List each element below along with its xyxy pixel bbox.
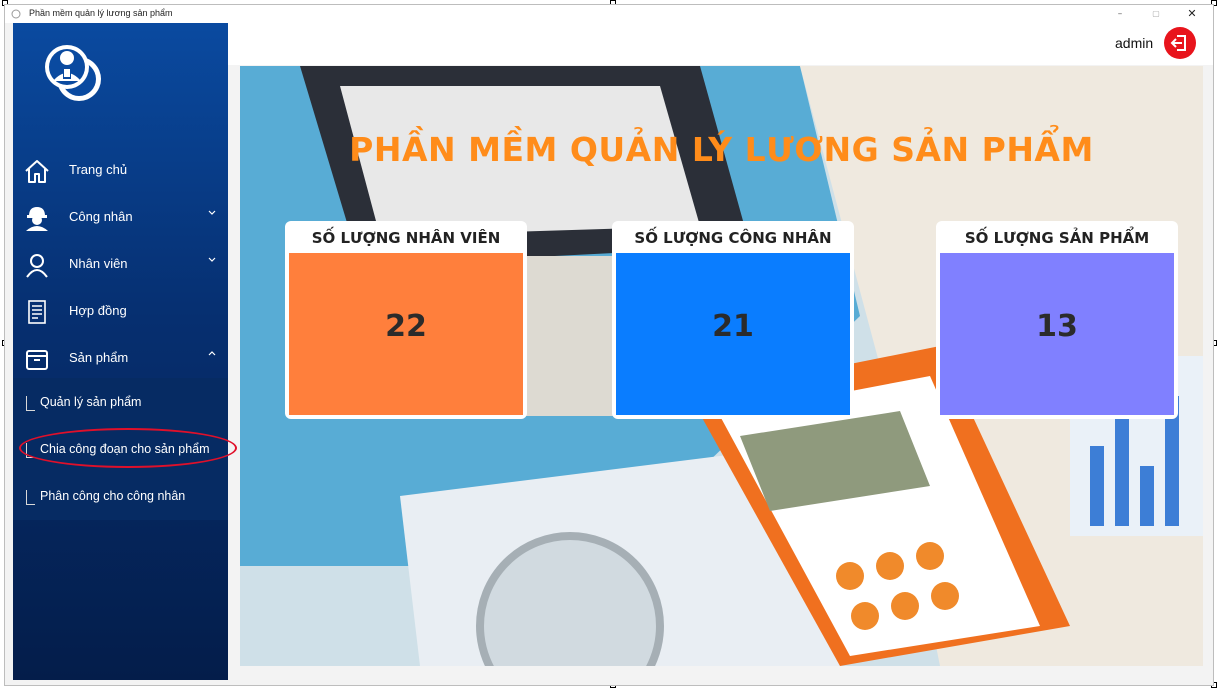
submenu-item-label: Phân công cho công nhân [40, 489, 186, 503]
app-icon [11, 9, 21, 19]
stat-card-san-pham[interactable]: SỐ LƯỢNG SẢN PHẨM 13 [936, 221, 1178, 419]
submenu-item-label: Quản lý sản phẩm [40, 395, 142, 409]
card-body: 22 [289, 253, 523, 415]
sidebar-item-label: Nhân viên [69, 256, 128, 271]
sidebar-item-label: Công nhân [69, 209, 133, 224]
sidebar-item-label: Hợp đồng [69, 303, 127, 318]
chevron-down-icon[interactable] [207, 208, 217, 218]
close-button[interactable]: ✕ [1177, 5, 1207, 23]
submenu-item-quan-ly-san-pham[interactable]: Quản lý sản phẩm [13, 384, 228, 424]
page-title: PHẦN MỀM QUẢN LÝ LƯƠNG SẢN PHẨM [349, 130, 1094, 169]
chevron-up-icon[interactable] [207, 349, 217, 359]
sidebar-item-label: Trang chủ [69, 162, 128, 177]
tree-line [26, 490, 35, 505]
sidebar-item-cong-nhan[interactable]: Công nhân [13, 196, 228, 240]
highlight-ellipse [19, 428, 237, 468]
stat-card-cong-nhan[interactable]: SỐ LƯỢNG CÔNG NHÂN 21 [612, 221, 854, 419]
document-icon [28, 300, 46, 324]
logout-icon [1170, 35, 1186, 51]
logout-button[interactable] [1164, 27, 1196, 59]
sidebar-item-trang-chu[interactable]: Trang chủ [13, 149, 228, 193]
title-bar: Phần mềm quản lý lương sản phẩm – ▢ ✕ [5, 5, 1213, 23]
card-body: 13 [940, 253, 1174, 415]
sidebar-item-hop-dong[interactable]: Hợp đồng [13, 290, 228, 334]
box-icon [26, 350, 48, 370]
app-logo [45, 45, 101, 101]
stat-card-nhan-vien[interactable]: SỐ LƯỢNG NHÂN VIÊN 22 [285, 221, 527, 419]
card-value: 21 [712, 309, 754, 344]
card-body: 21 [616, 253, 850, 415]
sidebar-item-nhan-vien[interactable]: Nhân viên [13, 243, 228, 287]
sidebar-item-label: Sản phẩm [69, 350, 129, 365]
home-icon [25, 160, 49, 183]
app-window: Phần mềm quản lý lương sản phẩm – ▢ ✕ Tr… [4, 4, 1214, 686]
card-title: SỐ LƯỢNG SẢN PHẨM [964, 229, 1150, 247]
card-title: SỐ LƯỢNG NHÂN VIÊN [311, 229, 501, 247]
card-title: SỐ LƯỢNG CÔNG NHÂN [634, 229, 832, 247]
minimize-button[interactable]: – [1105, 5, 1135, 23]
top-bar: admin [228, 23, 1213, 65]
worker-helmet-icon [26, 207, 48, 231]
submenu-item-phan-cong[interactable]: Phân công cho công nhân [13, 478, 228, 518]
user-icon [26, 254, 48, 278]
sidebar-item-san-pham[interactable]: Sản phẩm [13, 337, 228, 381]
tree-line [26, 396, 35, 411]
card-value: 22 [385, 309, 427, 344]
window-title: Phần mềm quản lý lương sản phẩm [29, 8, 173, 18]
dashboard-area: PHẦN MỀM QUẢN LÝ LƯƠNG SẢN PHẨM SỐ LƯỢNG… [240, 66, 1203, 666]
restore-button[interactable]: ▢ [1141, 5, 1171, 23]
username-label: admin [1115, 35, 1154, 51]
chevron-down-icon[interactable] [207, 255, 217, 265]
sidebar: Trang chủ Công nhân Nhân viên Hợp đồng S… [13, 23, 228, 680]
card-value: 13 [1036, 309, 1078, 344]
